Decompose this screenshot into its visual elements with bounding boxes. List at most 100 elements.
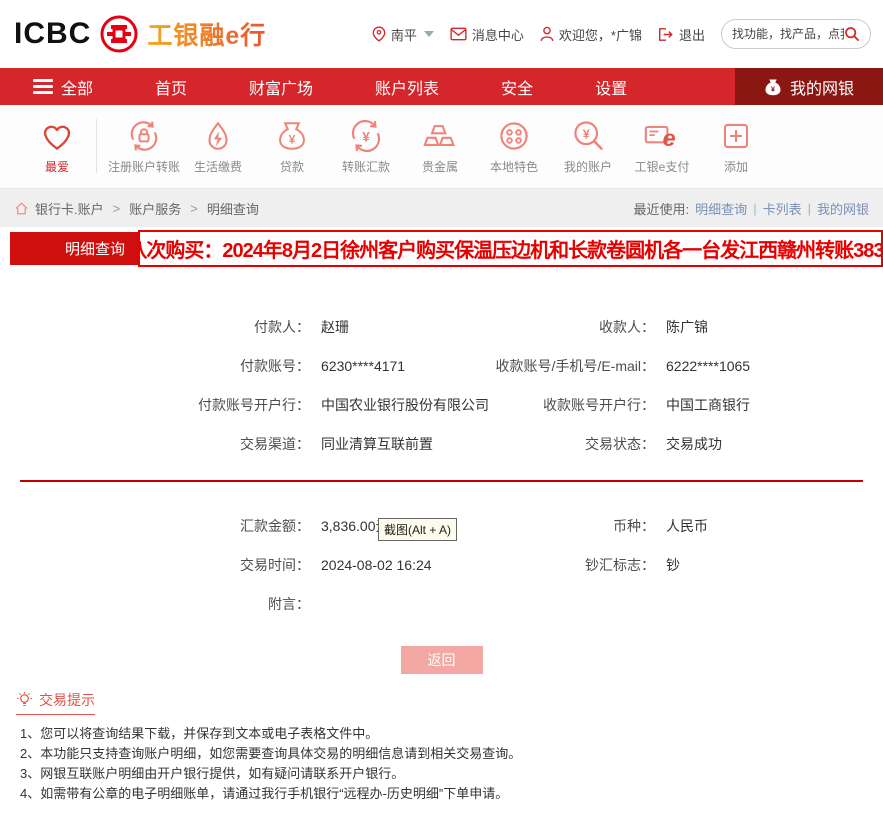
memo-label: 附言： [268,595,310,612]
transfer-remit-icon: ¥ [329,117,403,155]
quick-item-my-account[interactable]: ¥ 我的账户 [551,117,625,174]
logo-group: ICBC 工银融e行 [14,14,266,54]
breadcrumb-separator: > [190,200,198,216]
breadcrumb-separator: > [112,200,121,216]
link-separator: | [753,200,757,216]
payer-account-value: 6230****4171 [321,357,406,374]
nav-item-home[interactable]: 首页 [155,75,187,99]
breadcrumb-item[interactable]: 银行卡.账户 [35,199,104,218]
quick-item-loan[interactable]: ¥ 贷款 [255,117,329,174]
message-center-label: 消息中心 [471,27,524,43]
logout-icon [658,27,673,41]
cash-flag-value: 钞 [666,556,680,573]
quick-item-favorites[interactable]: 最爱 [20,117,94,174]
user-icon [540,26,554,42]
payer-bank-label: 付款账号开户行： [198,396,310,413]
currency-value: 人民币 [666,517,708,534]
quick-item-epay[interactable]: e 工银e支付 [625,117,699,174]
quick-item-register-transfer[interactable]: 注册账户转账 [107,117,181,174]
svg-text:¥: ¥ [362,129,370,144]
cash-flag-label: 钞汇标志： [585,556,655,573]
nav-item-settings[interactable]: 设置 [595,75,627,99]
payer-bank-value: 中国农业银行股份有限公司 [321,396,489,413]
quick-label: 贵金属 [421,160,458,174]
quick-label: 本地特色 [489,160,538,174]
payee-bank-label: 收款账号开户行： [543,396,655,413]
svg-text:e: e [663,125,676,151]
payee-bank-value: 中国工商银行 [666,396,750,413]
quick-label: 添加 [723,160,748,174]
tip-item: 2、本功能只支持查询账户明细，如您需要查询具体交易的明细信息请到相关交易查询。 [20,746,522,761]
brand-name: 工银融e行 [147,16,266,52]
quick-item-precious-metals[interactable]: 贵金属 [403,117,477,174]
nav-item-security[interactable]: 安全 [501,75,533,99]
amount-value: 3,836.00元 [321,517,390,534]
time-value: 2024-08-02 16:24 [321,556,432,573]
recent-link-my-ebank[interactable]: 我的网银 [817,199,869,218]
quick-item-local-features[interactable]: 本地特色 [477,117,551,174]
payer-label: 付款人： [254,318,310,335]
main-nav: 全部 首页 财富广场 账户列表 安全 设置 ¥ 我的网银 [0,68,883,105]
loan-icon: ¥ [255,117,329,155]
channel-value: 同业清算互联前置 [321,435,433,452]
tip-item: 3、网银互联账户明细由开户银行提供，如有疑问请联系开户银行。 [20,766,405,781]
amount-details: 汇款金额： 3,836.00元 币种： 人民币 交易时间： 2024-08-02… [0,496,883,623]
menu-icon [33,76,53,97]
quick-access-row: 最爱 注册账户转账 生活缴费 ¥ 贷款 ¥ 转账汇款 贵金属 本地特色 ¥ 我的… [0,105,883,189]
location-label: 南平 [390,27,417,43]
search-input[interactable] [732,27,844,41]
location-pin-icon [372,26,386,42]
recent-link-card-list[interactable]: 卡列表 [763,199,802,218]
quick-item-life-payment[interactable]: 生活缴费 [181,117,255,174]
message-center-link[interactable]: 消息中心 [450,25,524,44]
svg-text:¥: ¥ [289,133,296,147]
search-icon[interactable] [844,24,860,44]
nav-item-all[interactable]: 全部 [33,75,93,99]
quick-label: 贷款 [279,160,304,174]
welcome-user[interactable]: 欢迎您，*广锦 [540,25,642,44]
quick-label: 工银e支付 [634,160,690,174]
location-selector[interactable]: 南平 [372,25,434,44]
tips-header: 交易提示 [16,690,95,715]
logout-button[interactable]: 退出 [658,25,705,44]
nav-security-label: 安全 [501,80,534,98]
divider [96,119,97,173]
payee-value: 陈广锦 [666,318,708,335]
detail-row: 交易时间： 2024-08-02 16:24 钞汇标志： 钞 [0,545,883,584]
home-icon [15,201,28,214]
nav-all-label: 全部 [61,80,94,98]
quick-item-transfer[interactable]: ¥ 转账汇款 [329,117,403,174]
quick-label: 最爱 [44,160,69,174]
quick-item-add[interactable]: 添加 [699,117,773,174]
payer-value: 赵珊 [321,318,349,335]
detail-row: 付款人： 赵珊 收款人： 陈广锦 [0,307,883,346]
recent-used: 最近使用: 明细查询 | 卡列表 | 我的网银 [634,199,869,218]
payer-account-label: 付款账号： [240,357,310,374]
quick-label: 注册账户转账 [107,160,180,174]
envelope-icon [450,27,467,41]
detail-row: 付款账号： 6230****4171 收款账号/手机号/E-mail： 6222… [0,346,883,385]
amount-label: 汇款金额： [240,517,310,534]
recent-label: 最近使用: [633,201,690,217]
detail-row: 付款账号开户行： 中国农业银行股份有限公司 收款账号开户行： 中国工商银行 [0,385,883,424]
nav-item-accounts[interactable]: 账户列表 [375,75,439,99]
gold-bars-icon [403,117,477,155]
nav-wealth-label: 财富广场 [249,80,314,98]
breadcrumb-item[interactable]: 账户服务 [129,199,181,218]
lightbulb-icon [17,692,32,707]
life-payment-icon [181,117,255,155]
status-value: 交易成功 [666,435,722,452]
back-button[interactable]: 返回 [400,646,483,674]
quick-label: 我的账户 [563,160,612,174]
icbc-logo-icon [99,14,139,54]
nav-item-wealth[interactable]: 财富广场 [249,75,313,99]
my-ebank-button[interactable]: ¥ 我的网银 [735,68,883,105]
logout-label: 退出 [678,27,705,43]
search-box[interactable] [721,19,871,49]
annotation-banner: 第八次购买：2024年8月2日徐州客户购买保温压边机和长款卷圆机各一台发江西赣州… [138,230,883,267]
top-header: ICBC 工银融e行 南平 消息中心 欢迎您，*广锦 退出 找功能，找产品，点我… [0,0,883,68]
recent-link-detail-query[interactable]: 明细查询 [695,199,747,218]
time-label: 交易时间： [240,556,310,573]
payee-label: 收款人： [599,318,655,335]
breadcrumb-item[interactable]: 明细查询 [207,199,259,218]
